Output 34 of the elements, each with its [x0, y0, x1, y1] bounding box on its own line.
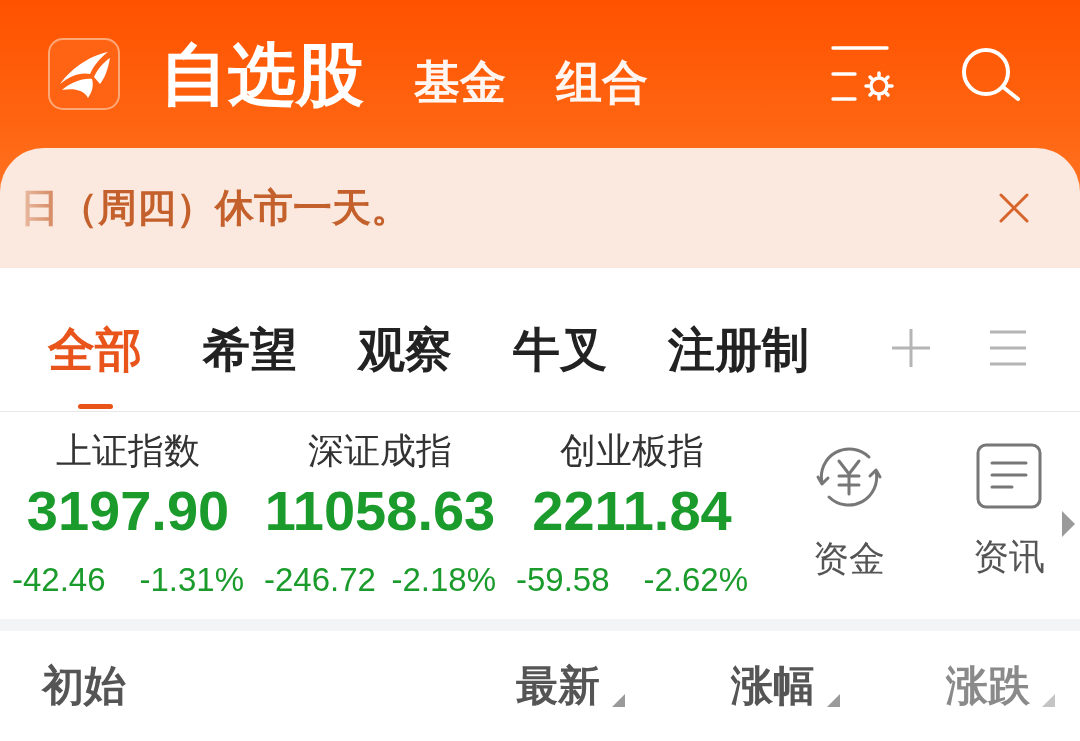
group-tab[interactable]: 全部	[48, 268, 142, 411]
notice-text: 日（周四）休市一天。	[20, 186, 411, 230]
close-icon[interactable]	[998, 192, 1030, 224]
index-name: 创业板指	[560, 433, 704, 469]
index-name: 上证指数	[56, 433, 200, 469]
add-icon[interactable]	[891, 327, 931, 368]
group-tab[interactable]: 注册制	[668, 268, 809, 411]
sort-corner-icon	[1042, 693, 1055, 707]
group-tab[interactable]: 希望	[203, 268, 297, 411]
group-tab[interactable]: 牛叉	[513, 268, 607, 411]
menu-icon[interactable]	[989, 329, 1027, 366]
search-icon[interactable]	[960, 47, 1022, 101]
sort-corner-icon	[612, 693, 625, 707]
group-tab[interactable]: 观察	[358, 268, 452, 411]
index-value: 2211.84	[532, 483, 732, 539]
index-change: -42.46	[12, 563, 106, 596]
index-change: -59.58	[516, 563, 610, 596]
column-header: 初始	[42, 664, 126, 707]
logo-icon	[48, 38, 120, 110]
index-value: 3197.90	[26, 483, 230, 539]
caret-right-icon[interactable]	[1062, 511, 1075, 537]
column-header[interactable]: 涨幅	[731, 664, 840, 707]
column-header[interactable]: 最新	[516, 664, 625, 707]
shortcut-label[interactable]: 资讯	[973, 539, 1045, 575]
index-change: -246.72	[264, 563, 376, 596]
document-icon[interactable]	[976, 443, 1042, 509]
index-percent: -1.31%	[139, 563, 244, 596]
index-value: 11058.63	[264, 483, 496, 539]
list-settings-icon[interactable]	[831, 46, 895, 102]
sort-corner-icon	[827, 693, 840, 707]
shortcut-label[interactable]: 资金	[813, 541, 885, 577]
index-percent: -2.62%	[643, 563, 748, 596]
index-name: 深证成指	[308, 433, 452, 469]
index-percent: -2.18%	[391, 563, 496, 596]
